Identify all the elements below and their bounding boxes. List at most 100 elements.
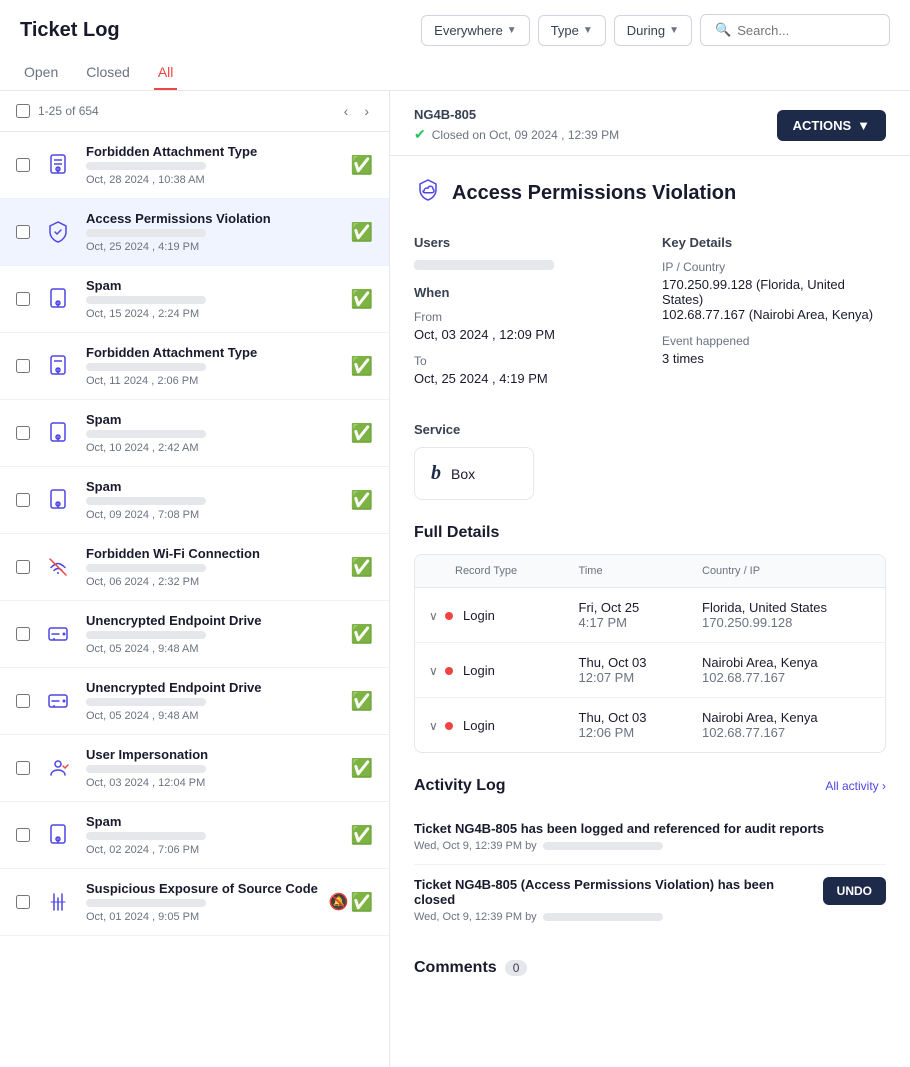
ticket-info: Spam Oct, 09 2024 , 7:08 PM — [86, 479, 341, 521]
left-panel: 1-25 of 654 ‹ › — [0, 91, 390, 1067]
drive-icon — [46, 689, 70, 713]
to-value: Oct, 25 2024 , 4:19 PM — [414, 371, 638, 386]
actions-button[interactable]: ACTIONS ▼ — [777, 110, 886, 141]
ticket-status: ✅ — [351, 155, 373, 176]
ticket-checkbox[interactable] — [16, 158, 30, 172]
list-item[interactable]: Spam Oct, 02 2024 , 7:06 PM ✅ — [0, 802, 389, 869]
table-row: ∨ Login Thu, Oct 0312:07 PM Nairobi Area… — [415, 643, 885, 698]
status-dot — [445, 667, 453, 675]
ticket-checkbox[interactable] — [16, 292, 30, 306]
list-item[interactable]: Forbidden Wi-Fi Connection Oct, 06 2024 … — [0, 534, 389, 601]
everywhere-filter[interactable]: Everywhere ▼ — [421, 15, 530, 46]
next-page-button[interactable]: › — [360, 101, 373, 121]
list-item[interactable]: User Impersonation Oct, 03 2024 , 12:04 … — [0, 735, 389, 802]
ticket-checkbox[interactable] — [16, 493, 30, 507]
ticket-icon — [40, 214, 76, 250]
ticket-checkbox[interactable] — [16, 359, 30, 373]
activity-text: Ticket NG4B-805 (Access Permissions Viol… — [414, 877, 811, 907]
check-icon: ✅ — [351, 155, 373, 175]
ticket-name: Unencrypted Endpoint Drive — [86, 680, 341, 695]
type-filter[interactable]: Type ▼ — [538, 15, 606, 46]
service-section: Service b Box — [414, 422, 886, 500]
expand-button[interactable]: ∨ — [429, 664, 438, 678]
select-all-checkbox[interactable] — [16, 104, 30, 118]
ticket-date: Oct, 05 2024 , 9:48 AM — [86, 710, 341, 722]
ip-values: 170.250.99.128 (Florida, United States) … — [662, 277, 886, 322]
table-container: Record Type Time Country / IP ∨ — [414, 554, 886, 753]
ticket-info: Forbidden Attachment Type Oct, 28 2024 ,… — [86, 144, 341, 186]
detail-right-col: Key Details IP / Country 170.250.99.128 … — [662, 235, 886, 398]
ticket-checkbox[interactable] — [16, 225, 30, 239]
check-icon: ✅ — [351, 490, 373, 510]
chevron-down-icon: ▼ — [583, 25, 593, 36]
ticket-checkbox[interactable] — [16, 895, 30, 909]
check-icon: ✅ — [351, 624, 373, 644]
ticket-name: Access Permissions Violation — [86, 211, 341, 226]
ticket-date: Oct, 25 2024 , 4:19 PM — [86, 241, 341, 253]
check-icon: ✅ — [351, 825, 373, 845]
ticket-closed-status: ✔ Closed on Oct, 09 2024 , 12:39 PM — [414, 126, 619, 143]
attachment-icon — [46, 823, 70, 847]
ticket-checkbox[interactable] — [16, 694, 30, 708]
list-item[interactable]: Spam Oct, 15 2024 , 2:24 PM ✅ — [0, 266, 389, 333]
attachment-icon — [46, 354, 70, 378]
row-time: Thu, Oct 0312:06 PM — [565, 698, 688, 753]
list-item[interactable]: Spam Oct, 09 2024 , 7:08 PM ✅ — [0, 467, 389, 534]
box-logo: b — [431, 462, 441, 485]
ticket-info: User Impersonation Oct, 03 2024 , 12:04 … — [86, 747, 341, 789]
expand-button[interactable]: ∨ — [429, 719, 438, 733]
list-item[interactable]: Forbidden Attachment Type Oct, 11 2024 ,… — [0, 333, 389, 400]
ticket-name: Forbidden Attachment Type — [86, 144, 341, 159]
all-activity-link[interactable]: All activity › — [825, 779, 886, 793]
users-section: Users — [414, 235, 638, 270]
type-label: Type — [551, 23, 579, 38]
ticket-date: Oct, 10 2024 , 2:42 AM — [86, 442, 341, 454]
activity-item: Ticket NG4B-805 has been logged and refe… — [414, 809, 886, 865]
record-type: Login — [463, 608, 495, 623]
tab-closed[interactable]: Closed — [82, 56, 134, 90]
search-input[interactable] — [737, 23, 875, 38]
list-header: 1-25 of 654 ‹ › — [0, 91, 389, 132]
to-label: To — [414, 354, 638, 368]
ticket-blurred — [86, 564, 206, 572]
tab-all[interactable]: All — [154, 56, 178, 90]
list-item[interactable]: Suspicious Exposure of Source Code Oct, … — [0, 869, 389, 936]
ticket-name: Forbidden Attachment Type — [86, 345, 341, 360]
list-item[interactable]: Access Permissions Violation Oct, 25 202… — [0, 199, 389, 266]
undo-button[interactable]: UNDO — [823, 877, 886, 905]
list-item[interactable]: Unencrypted Endpoint Drive Oct, 05 2024 … — [0, 601, 389, 668]
ticket-date: Oct, 05 2024 , 9:48 AM — [86, 643, 341, 655]
check-icon: ✅ — [351, 289, 373, 309]
ticket-checkbox[interactable] — [16, 828, 30, 842]
ticket-status: ✅ — [351, 825, 373, 846]
row-time: Thu, Oct 0312:07 PM — [565, 643, 688, 698]
list-item[interactable]: Unencrypted Endpoint Drive Oct, 05 2024 … — [0, 668, 389, 735]
ticket-checkbox[interactable] — [16, 627, 30, 641]
ticket-checkbox[interactable] — [16, 426, 30, 440]
users-label: Users — [414, 235, 638, 250]
check-icon: ✅ — [351, 557, 373, 577]
search-box[interactable]: 🔍 — [700, 14, 890, 46]
list-item[interactable]: Forbidden Attachment Type Oct, 28 2024 ,… — [0, 132, 389, 199]
ticket-checkbox[interactable] — [16, 560, 30, 574]
row-record: ∨ Login — [415, 643, 565, 698]
list-item[interactable]: Spam Oct, 10 2024 , 2:42 AM ✅ — [0, 400, 389, 467]
ticket-icon — [40, 817, 76, 853]
shield-icon — [46, 220, 70, 244]
ticket-status: 🔕 ✅ — [329, 892, 373, 913]
prev-page-button[interactable]: ‹ — [340, 101, 353, 121]
tabs: Open Closed All — [20, 56, 890, 90]
mute-icon: 🔕 — [329, 892, 349, 913]
ticket-status: ✅ — [351, 624, 373, 645]
ticket-icon — [40, 482, 76, 518]
tab-open[interactable]: Open — [20, 56, 62, 90]
during-filter[interactable]: During ▼ — [614, 15, 692, 46]
ticket-name: Forbidden Wi-Fi Connection — [86, 546, 341, 561]
ticket-checkbox[interactable] — [16, 761, 30, 775]
ticket-status: ✅ — [351, 758, 373, 779]
list-count: 1-25 of 654 — [38, 104, 332, 118]
ticket-date: Oct, 09 2024 , 7:08 PM — [86, 509, 341, 521]
attachment-icon — [46, 488, 70, 512]
expand-button[interactable]: ∨ — [429, 609, 438, 623]
ticket-date: Oct, 28 2024 , 10:38 AM — [86, 174, 341, 186]
